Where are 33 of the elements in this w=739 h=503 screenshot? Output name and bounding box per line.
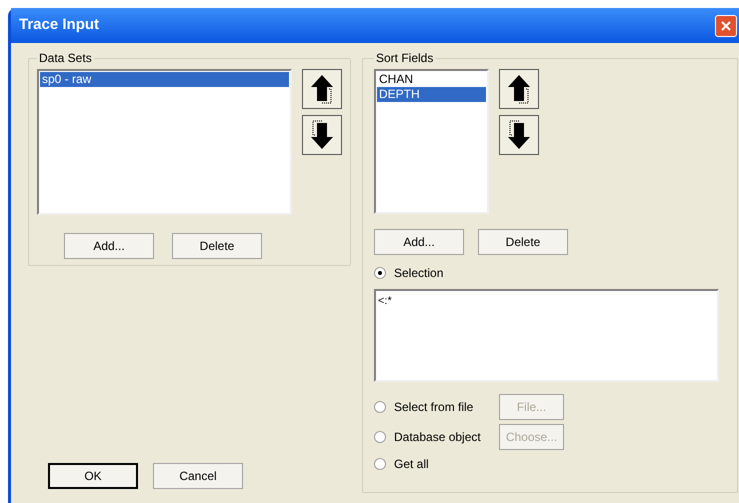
- move-up-button[interactable]: [499, 69, 539, 109]
- close-button[interactable]: [715, 14, 737, 36]
- move-down-button[interactable]: [499, 115, 539, 155]
- group-title: Data Sets: [38, 50, 93, 67]
- down-arrow-icon: [309, 119, 335, 151]
- radio-label: Select from file: [394, 399, 474, 416]
- window-title: Trace Input: [19, 15, 100, 36]
- ok-button[interactable]: OK: [48, 463, 138, 489]
- close-icon: [720, 20, 732, 32]
- radio-label: Database object: [394, 429, 481, 446]
- list-box[interactable]: sp0 - raw: [37, 69, 292, 215]
- radio-button[interactable]: [374, 401, 386, 413]
- data-set-button[interactable]: Delete: [172, 233, 262, 259]
- move-down-button[interactable]: [302, 115, 342, 155]
- list-box[interactable]: CHAN DEPTH: [374, 69, 489, 214]
- radio-label: Get all: [394, 456, 429, 473]
- data-set-button[interactable]: Add...: [64, 233, 154, 259]
- sort-field-button[interactable]: Add...: [374, 229, 464, 255]
- move-up-button[interactable]: [302, 69, 342, 109]
- radio-button[interactable]: [374, 267, 386, 279]
- list-item[interactable]: DEPTH: [377, 87, 486, 102]
- radio-label: Selection: [394, 265, 444, 282]
- up-arrow-icon: [309, 73, 335, 105]
- cancel-button[interactable]: Cancel: [153, 463, 243, 489]
- list-item[interactable]: sp0 - raw: [40, 72, 289, 87]
- group-title: Sort Fields: [375, 50, 434, 67]
- down-arrow-icon: [506, 119, 532, 151]
- radio-button[interactable]: [374, 458, 386, 470]
- list-item[interactable]: CHAN: [377, 72, 486, 87]
- sort-field-button[interactable]: Delete: [478, 229, 568, 255]
- selection-field[interactable]: <:*: [374, 289, 719, 382]
- radio-button[interactable]: [374, 431, 386, 443]
- up-arrow-icon: [506, 73, 532, 105]
